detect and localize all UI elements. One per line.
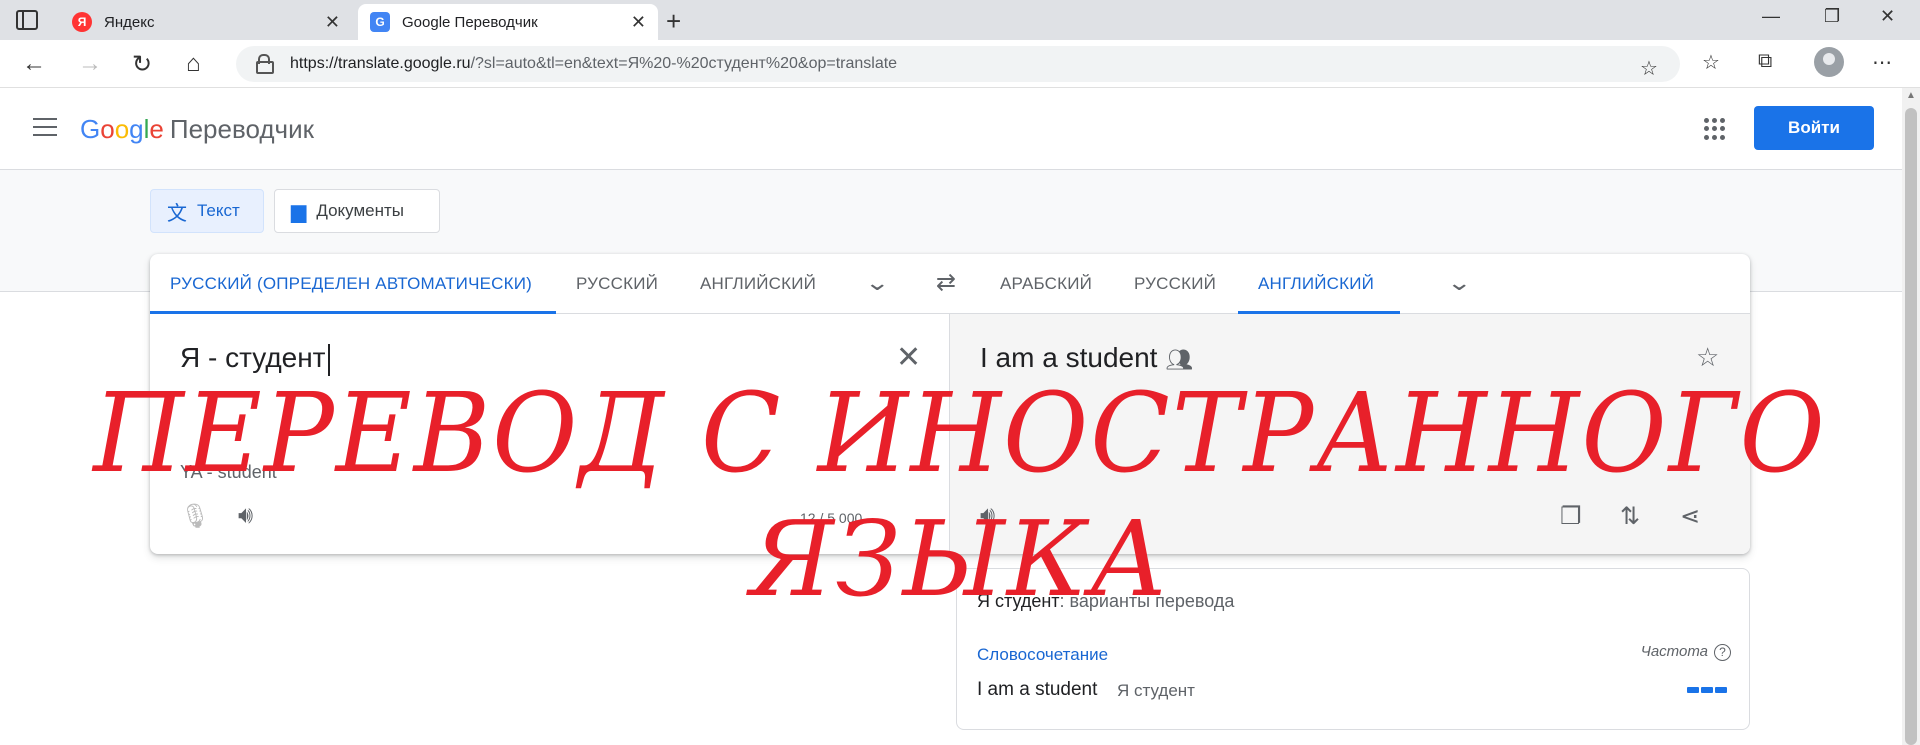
source-transliteration: YA - student [180, 462, 277, 482]
app-header: Google Переводчик Войти [0, 88, 1902, 170]
translate-icon: 文 [167, 202, 187, 225]
restore-icon[interactable]: ❐ [1824, 6, 1840, 27]
profile-avatar[interactable] [1814, 47, 1844, 77]
scroll-thumb[interactable] [1905, 108, 1917, 745]
mode-documents-button[interactable]: ▆ Документы [274, 189, 440, 233]
copy-icon[interactable]: ❐ [1560, 502, 1582, 531]
reload-icon[interactable]: ↻ [132, 50, 152, 79]
scroll-up-icon[interactable]: ▲ [1906, 90, 1916, 101]
feedback-icon[interactable]: ⇅ [1620, 502, 1640, 531]
translation-variants-card: Я студент: варианты перевода Словосочета… [956, 568, 1750, 730]
yandex-favicon-icon: Я [72, 12, 92, 32]
gender-info-icon[interactable]: 👥︎ [1165, 347, 1193, 372]
source-lang-russian[interactable]: РУССКИЙ [576, 274, 658, 294]
tab-google-translate[interactable]: G Google Переводчик ✕ [358, 4, 658, 40]
char-counter: 12 / 5 000 [800, 510, 863, 526]
language-bar: РУССКИЙ (ОПРЕДЕЛЕН АВТОМАТИЧЕСКИ) РУССКИ… [150, 254, 1750, 314]
target-text: I am a student [980, 342, 1158, 373]
chevron-down-icon[interactable]: ⌄ [1446, 270, 1472, 296]
share-icon[interactable]: ⋖ [1680, 502, 1700, 531]
url-host: https://translate.google.ru [290, 55, 471, 72]
swap-languages-icon[interactable]: ⇄ [936, 268, 956, 297]
document-icon: ▆ [291, 200, 307, 223]
collections-icon[interactable]: ⧉ [1758, 50, 1772, 73]
chevron-down-icon[interactable]: ⌄ [864, 270, 890, 296]
variants-title-rest: : варианты перевода [1059, 591, 1235, 611]
clear-source-icon[interactable]: ✕ [896, 340, 921, 375]
logo-letter: o [100, 114, 115, 144]
add-favorite-icon[interactable]: ☆ [1640, 56, 1658, 81]
speaker-icon[interactable]: 🔊︎ [238, 502, 253, 530]
logo-letter: g [129, 114, 144, 144]
google-translate-logo[interactable]: Google Переводчик [80, 114, 314, 145]
login-button[interactable]: Войти [1754, 106, 1874, 150]
logo-letter: G [80, 114, 101, 144]
target-lang-english[interactable]: АНГЛИЙСКИЙ [1258, 274, 1374, 294]
translator-card: РУССКИЙ (ОПРЕДЕЛЕН АВТОМАТИЧЕСКИ) РУССКИ… [150, 254, 1750, 554]
frequency-bar [1715, 687, 1727, 693]
variants-title: Я студент: варианты перевода [977, 591, 1234, 612]
logo-letter: o [114, 114, 130, 144]
mode-docs-label: Документы [316, 201, 405, 220]
source-lang-detected[interactable]: РУССКИЙ (ОПРЕДЕЛЕН АВТОМАТИЧЕСКИ) [170, 274, 532, 294]
target-lang-russian[interactable]: РУССКИЙ [1134, 274, 1216, 294]
url-path: /?sl=auto&tl=en&text=Я%20-%20студент%20&… [470, 55, 898, 72]
variants-term: Я студент [977, 591, 1060, 611]
frequency-bar [1701, 687, 1713, 693]
save-translation-star-icon[interactable]: ☆ [1696, 342, 1719, 373]
url-field[interactable]: https://translate.google.ru/?sl=auto&tl=… [236, 46, 1680, 82]
more-menu-icon[interactable]: ⋯ [1872, 50, 1892, 75]
google-translate-favicon-icon: G [370, 12, 390, 32]
lock-icon[interactable] [256, 54, 274, 74]
apps-grid-icon[interactable] [1704, 118, 1726, 140]
window-close-icon[interactable]: ✕ [1880, 6, 1895, 27]
variant-category: Словосочетание [977, 645, 1109, 664]
tab-label: Google Переводчик [402, 13, 538, 31]
back-icon[interactable]: ← [22, 50, 46, 78]
microphone-icon[interactable]: 🎙︎ [180, 502, 210, 531]
url-text: https://translate.google.ru/?sl=auto&tl=… [290, 55, 897, 73]
mode-text-button[interactable]: 文 Текст [150, 189, 264, 233]
tab-actions-icon[interactable] [16, 10, 38, 30]
browser-chrome: Я Яндекс ✕ G Google Переводчик ✕ + — ❐ ✕… [0, 0, 1920, 88]
forward-icon[interactable]: → [78, 50, 102, 78]
source-text: Я - студент [180, 342, 326, 373]
speaker-icon[interactable]: 🔊︎ [980, 502, 995, 530]
tab-yandex[interactable]: Я Яндекс ✕ [60, 4, 352, 40]
target-output: I am a student 👥︎ [980, 342, 1193, 374]
tab-label: Яндекс [104, 13, 155, 31]
frequency-bar [1687, 687, 1699, 693]
help-icon[interactable]: ? [1714, 644, 1731, 661]
new-tab-icon[interactable]: + [666, 6, 681, 37]
frequency-label: Частота [1640, 643, 1708, 660]
target-lang-arabic[interactable]: АРАБСКИЙ [1000, 274, 1092, 294]
home-icon[interactable]: ⌂ [186, 50, 201, 78]
text-caret [327, 343, 330, 376]
mode-text-label: Текст [197, 201, 240, 220]
minimize-icon[interactable]: — [1762, 6, 1780, 27]
source-pane: Я - студент ✕ YA - student 🎙︎ 🔊︎ 12 / 5 … [150, 314, 950, 554]
variant-back-translation: Я студент [1117, 681, 1195, 700]
frequency-header: Частота? [1641, 643, 1731, 661]
close-icon[interactable]: ✕ [631, 12, 646, 33]
product-name: Переводчик [169, 114, 314, 144]
source-lang-english[interactable]: АНГЛИЙСКИЙ [700, 274, 816, 294]
target-pane: I am a student 👥︎ ☆ 🔊︎ ❐ ⇅ ⋖ [950, 314, 1750, 554]
variant-translation[interactable]: I am a student [977, 679, 1097, 701]
source-input[interactable]: Я - студент [180, 342, 330, 376]
logo-letter: e [149, 114, 164, 144]
favorites-icon[interactable]: ☆ [1702, 50, 1720, 75]
main-menu-icon[interactable] [33, 118, 57, 136]
close-icon[interactable]: ✕ [325, 12, 340, 33]
address-bar-row: ← → ↻ ⌂ https://translate.google.ru/?sl=… [0, 40, 1920, 88]
tab-strip: Я Яндекс ✕ G Google Переводчик ✕ + — ❐ ✕ [0, 0, 1920, 40]
page-scrollbar[interactable]: ▲ [1902, 88, 1920, 745]
